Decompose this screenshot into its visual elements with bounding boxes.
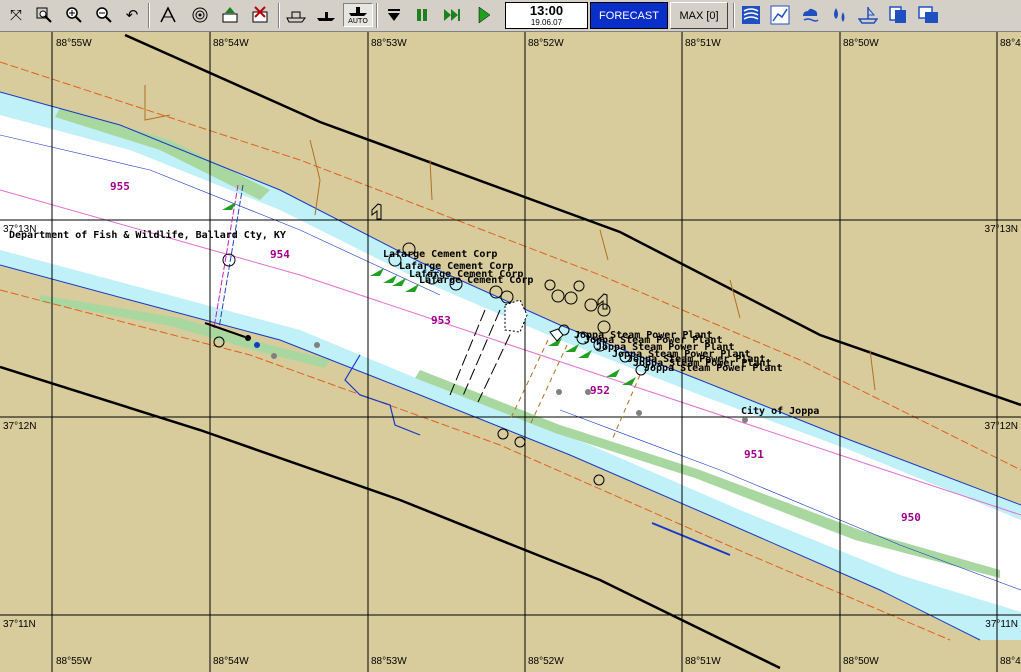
ship-config-icon[interactable] (856, 3, 880, 27)
auto-label: AUTO (348, 17, 368, 25)
ship-icon[interactable] (284, 3, 308, 27)
river-mile-label: 955 (110, 180, 130, 193)
lat-label-left: 37°12N (3, 421, 36, 432)
lon-label-bottom: 88°55W (56, 656, 92, 667)
target-icon[interactable] (188, 3, 212, 27)
layers-icon[interactable] (739, 3, 763, 27)
nautical-chart[interactable]: 88°55W 88°54W 88°53W 88°52W 88°51W 88°50… (0, 32, 1021, 672)
feature-label: Lafarge Cement Corp (419, 275, 533, 286)
depth-icon[interactable] (828, 3, 852, 27)
lat-label-left: 37°11N (3, 619, 36, 630)
lon-label-top: 88°50W (843, 38, 879, 49)
feature-label: Lafarge Cement Corp (383, 249, 497, 260)
lon-label-top: 88°51W (685, 38, 721, 49)
lon-label-bottom: 88°54W (213, 656, 249, 667)
lat-label-right: 37°13N (985, 224, 1018, 235)
max-button[interactable]: MAX [0] (670, 2, 728, 29)
stop-icon[interactable] (382, 3, 406, 27)
lat-label-right: 37°12N (985, 421, 1018, 432)
fit-all-icon[interactable]: ⤧ (4, 3, 28, 27)
play-icon[interactable] (472, 3, 496, 27)
river-mile-label: 954 (270, 248, 290, 261)
chart-icon[interactable] (768, 3, 792, 27)
river-mile-label: 952 (590, 384, 610, 397)
feature-label: Joppa Steam Power Plant (644, 363, 782, 374)
city-label: City of Joppa (741, 405, 819, 417)
window-icon[interactable] (916, 3, 940, 27)
weather-icon[interactable] (798, 3, 822, 27)
undo-icon[interactable]: ↶ (120, 3, 144, 27)
toolbar: ⤧ ↶ AUTO 13:00 19.06.07 FORECAST MAX [0] (0, 0, 1021, 32)
lon-label-bottom: 88°53W (371, 656, 407, 667)
fast-forward-icon[interactable] (440, 3, 464, 27)
time-value: 13:00 (529, 3, 564, 18)
lon-label-top: 88°55W (56, 38, 92, 49)
copy-icon[interactable] (886, 3, 910, 27)
time-display: 13:00 19.06.07 (505, 2, 588, 29)
export-icon[interactable] (218, 3, 242, 27)
feature-label: Department of Fish & Wildlife, Ballard C… (9, 229, 286, 241)
zoom-out-icon[interactable] (92, 3, 116, 27)
lon-label-bottom: 88°4 (1000, 656, 1021, 667)
lat-label-right: 37°11N (985, 619, 1018, 630)
lon-label-top: 88°4 (1000, 38, 1021, 49)
lon-label-bottom: 88°50W (843, 656, 879, 667)
lon-label-top: 88°53W (371, 38, 407, 49)
lon-label-top: 88°54W (213, 38, 249, 49)
river-mile-label: 953 (431, 314, 451, 327)
lon-label-bottom: 88°52W (528, 656, 564, 667)
zoom-window-icon[interactable] (32, 3, 56, 27)
lon-label-top: 88°52W (528, 38, 564, 49)
river-mile-label: 950 (901, 511, 921, 524)
forecast-button[interactable]: FORECAST (590, 2, 668, 29)
zoom-in-icon[interactable] (62, 3, 86, 27)
auto-icon[interactable]: AUTO (343, 3, 373, 27)
own-ship-icon[interactable] (314, 3, 338, 27)
date-value: 19.06.07 (530, 18, 563, 27)
lon-label-bottom: 88°51W (685, 656, 721, 667)
river-mile-label: 951 (744, 448, 764, 461)
route-icon[interactable] (156, 3, 180, 27)
pause-icon[interactable] (410, 3, 434, 27)
delete-icon[interactable] (248, 3, 272, 27)
